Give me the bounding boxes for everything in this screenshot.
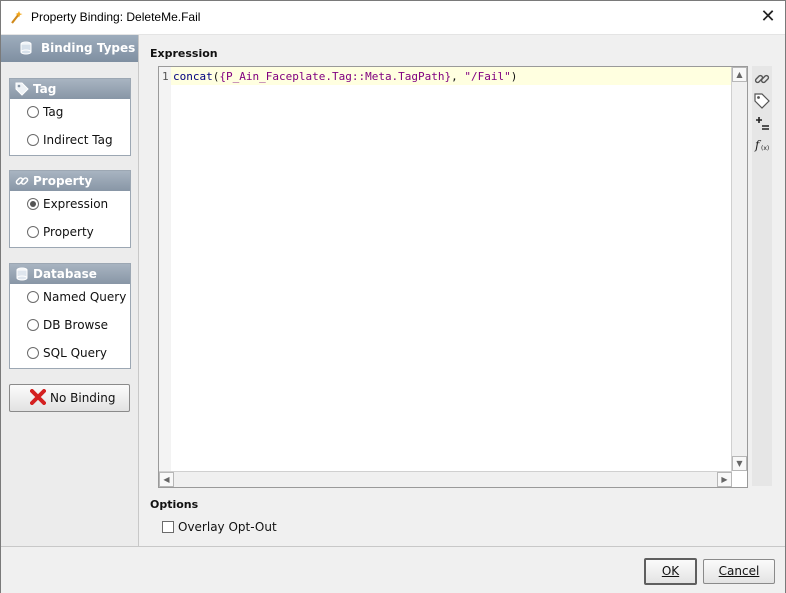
close-button[interactable]: ✕: [751, 1, 785, 34]
database-group-header: Database: [10, 264, 130, 284]
no-binding-button[interactable]: No Binding: [9, 384, 130, 412]
close-icon: ✕: [760, 6, 776, 27]
overlay-opt-out-label[interactable]: Overlay Opt-Out: [178, 520, 277, 534]
radio-expression[interactable]: [27, 198, 39, 210]
option-label: Named Query: [43, 290, 127, 304]
code-function: concat: [173, 70, 213, 83]
option-label: Indirect Tag: [43, 133, 113, 147]
property-group-title: Property: [33, 174, 93, 188]
expression-label: Expression: [150, 47, 218, 60]
option-property[interactable]: Property: [10, 219, 130, 247]
scroll-left-icon[interactable]: ◀: [159, 472, 174, 487]
cancel-label: Cancel: [718, 564, 760, 578]
binding-types-panel: Binding Types Tag Tag Indirect Tag Prope…: [1, 35, 139, 546]
line-gutter: 1: [159, 67, 171, 471]
horizontal-scrollbar[interactable]: ◀ ▶: [159, 471, 732, 487]
option-label: Expression: [43, 197, 109, 211]
ok-button[interactable]: OK: [644, 558, 697, 585]
line-number: 1: [162, 70, 169, 83]
expression-code[interactable]: concat({P_Ain_Faceplate.Tag::Meta.TagPat…: [173, 70, 517, 83]
option-tag[interactable]: Tag: [10, 99, 130, 127]
property-binding-dialog: Property Binding: DeleteMe.Fail ✕ Bindin…: [0, 0, 786, 593]
dialog-footer: OK Cancel: [1, 546, 785, 593]
expression-panel: Expression 1 concat({P_Ain_Faceplate.Tag…: [139, 35, 785, 546]
binding-types-icon: [20, 41, 32, 55]
code-tag-reference: {P_Ain_Faceplate.Tag::Meta.TagPath}: [219, 70, 452, 83]
red-x-icon: [30, 389, 46, 405]
code-string: "/Fail": [464, 70, 511, 83]
database-group: Database Named Query DB Browse SQL Query: [9, 263, 131, 369]
scroll-right-icon[interactable]: ▶: [717, 472, 732, 487]
option-named-query[interactable]: Named Query: [10, 284, 130, 312]
tag-icon[interactable]: [753, 92, 771, 110]
option-label: Property: [43, 225, 94, 239]
radio-sql-query[interactable]: [27, 347, 39, 359]
scroll-down-icon[interactable]: ▼: [732, 456, 747, 471]
expression-toolbar: f (x): [752, 66, 772, 486]
cancel-button[interactable]: Cancel: [703, 559, 775, 584]
option-indirect-tag[interactable]: Indirect Tag: [10, 127, 130, 155]
expression-editor[interactable]: 1 concat({P_Ain_Faceplate.Tag::Meta.TagP…: [158, 66, 748, 488]
title-bar: Property Binding: DeleteMe.Fail ✕: [1, 1, 785, 35]
overlay-opt-out-checkbox[interactable]: [162, 521, 174, 533]
tag-group-title: Tag: [33, 82, 57, 96]
option-label: Tag: [43, 105, 64, 119]
radio-tag[interactable]: [27, 106, 39, 118]
options-label: Options: [150, 498, 199, 511]
binding-types-header: Binding Types: [1, 35, 138, 62]
operators-icon[interactable]: [753, 114, 771, 132]
tag-group: Tag Tag Indirect Tag: [9, 78, 131, 156]
binding-types-title: Binding Types: [41, 41, 136, 55]
property-group: Property Expression Property: [9, 170, 131, 248]
database-group-title: Database: [33, 267, 97, 281]
svg-text:(x): (x): [761, 145, 769, 152]
database-icon: [16, 267, 28, 281]
option-expression[interactable]: Expression: [10, 191, 130, 219]
property-group-header: Property: [10, 171, 130, 191]
window-title: Property Binding: DeleteMe.Fail: [31, 10, 201, 24]
vertical-scrollbar[interactable]: ▲ ▼: [731, 67, 747, 471]
option-label: SQL Query: [43, 346, 108, 360]
option-label: DB Browse: [43, 318, 108, 332]
radio-named-query[interactable]: [27, 291, 39, 303]
tag-group-header: Tag: [10, 79, 130, 99]
link-icon[interactable]: [753, 70, 771, 88]
functions-icon[interactable]: f (x): [753, 136, 771, 154]
code-separator: ,: [451, 70, 465, 83]
radio-indirect-tag[interactable]: [27, 134, 39, 146]
scroll-up-icon[interactable]: ▲: [732, 67, 747, 82]
ok-label: OK: [661, 564, 680, 578]
option-db-browse[interactable]: DB Browse: [10, 312, 130, 340]
option-sql-query[interactable]: SQL Query: [10, 340, 130, 368]
radio-db-browse[interactable]: [27, 319, 39, 331]
radio-property[interactable]: [27, 226, 39, 238]
tag-icon: [15, 82, 29, 96]
code-close-paren: ): [510, 70, 518, 83]
link-icon: [15, 177, 29, 185]
no-binding-label: No Binding: [50, 391, 116, 405]
binding-wand-icon: [11, 11, 23, 24]
